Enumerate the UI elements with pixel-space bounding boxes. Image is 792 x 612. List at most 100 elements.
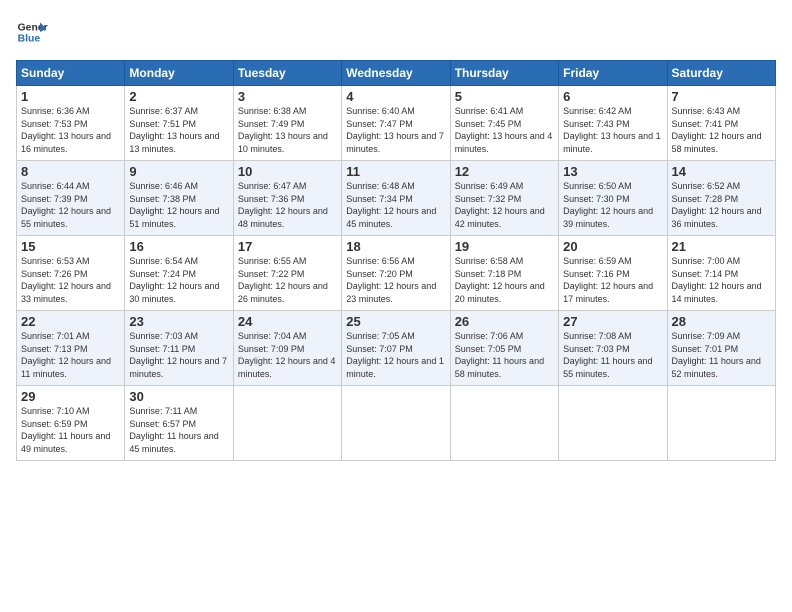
- daylight-text: Daylight: 12 hours and 51 minutes.: [129, 206, 219, 229]
- calendar-day-cell: 3 Sunrise: 6:38 AM Sunset: 7:49 PM Dayli…: [233, 86, 341, 161]
- sunset-text: Sunset: 7:01 PM: [672, 344, 739, 354]
- header: General Blue: [16, 16, 776, 48]
- sunset-text: Sunset: 7:34 PM: [346, 194, 413, 204]
- day-number: 29: [21, 389, 120, 404]
- sunrise-text: Sunrise: 6:41 AM: [455, 106, 524, 116]
- calendar-day-cell: 17 Sunrise: 6:55 AM Sunset: 7:22 PM Dayl…: [233, 236, 341, 311]
- calendar-day-cell: 19 Sunrise: 6:58 AM Sunset: 7:18 PM Dayl…: [450, 236, 558, 311]
- day-info: Sunrise: 6:55 AM Sunset: 7:22 PM Dayligh…: [238, 255, 337, 305]
- daylight-text: Daylight: 12 hours and 55 minutes.: [21, 206, 111, 229]
- day-number: 13: [563, 164, 662, 179]
- day-info: Sunrise: 6:43 AM Sunset: 7:41 PM Dayligh…: [672, 105, 771, 155]
- day-number: 16: [129, 239, 228, 254]
- day-info: Sunrise: 6:38 AM Sunset: 7:49 PM Dayligh…: [238, 105, 337, 155]
- day-number: 5: [455, 89, 554, 104]
- day-number: 14: [672, 164, 771, 179]
- calendar-day-cell: 15 Sunrise: 6:53 AM Sunset: 7:26 PM Dayl…: [17, 236, 125, 311]
- day-info: Sunrise: 6:46 AM Sunset: 7:38 PM Dayligh…: [129, 180, 228, 230]
- sunset-text: Sunset: 7:51 PM: [129, 119, 196, 129]
- sunset-text: Sunset: 7:05 PM: [455, 344, 522, 354]
- daylight-text: Daylight: 12 hours and 20 minutes.: [455, 281, 545, 304]
- sunrise-text: Sunrise: 6:48 AM: [346, 181, 415, 191]
- sunset-text: Sunset: 6:59 PM: [21, 419, 88, 429]
- sunrise-text: Sunrise: 7:11 AM: [129, 406, 197, 416]
- weekday-header-cell: Sunday: [17, 61, 125, 86]
- daylight-text: Daylight: 12 hours and 11 minutes.: [21, 356, 111, 379]
- calendar-day-cell: 5 Sunrise: 6:41 AM Sunset: 7:45 PM Dayli…: [450, 86, 558, 161]
- day-info: Sunrise: 7:09 AM Sunset: 7:01 PM Dayligh…: [672, 330, 771, 380]
- daylight-text: Daylight: 12 hours and 4 minutes.: [238, 356, 336, 379]
- calendar-day-cell: 22 Sunrise: 7:01 AM Sunset: 7:13 PM Dayl…: [17, 311, 125, 386]
- day-info: Sunrise: 7:04 AM Sunset: 7:09 PM Dayligh…: [238, 330, 337, 380]
- day-info: Sunrise: 6:49 AM Sunset: 7:32 PM Dayligh…: [455, 180, 554, 230]
- sunrise-text: Sunrise: 6:44 AM: [21, 181, 90, 191]
- sunset-text: Sunset: 7:38 PM: [129, 194, 196, 204]
- sunset-text: Sunset: 7:07 PM: [346, 344, 413, 354]
- sunset-text: Sunset: 7:53 PM: [21, 119, 88, 129]
- day-number: 9: [129, 164, 228, 179]
- day-number: 27: [563, 314, 662, 329]
- day-info: Sunrise: 6:36 AM Sunset: 7:53 PM Dayligh…: [21, 105, 120, 155]
- day-info: Sunrise: 6:56 AM Sunset: 7:20 PM Dayligh…: [346, 255, 445, 305]
- day-number: 10: [238, 164, 337, 179]
- day-number: 19: [455, 239, 554, 254]
- calendar-day-cell: 1 Sunrise: 6:36 AM Sunset: 7:53 PM Dayli…: [17, 86, 125, 161]
- day-info: Sunrise: 6:48 AM Sunset: 7:34 PM Dayligh…: [346, 180, 445, 230]
- day-number: 8: [21, 164, 120, 179]
- calendar-table: SundayMondayTuesdayWednesdayThursdayFrid…: [16, 60, 776, 461]
- calendar-week-row: 8 Sunrise: 6:44 AM Sunset: 7:39 PM Dayli…: [17, 161, 776, 236]
- sunset-text: Sunset: 7:24 PM: [129, 269, 196, 279]
- day-info: Sunrise: 6:54 AM Sunset: 7:24 PM Dayligh…: [129, 255, 228, 305]
- daylight-text: Daylight: 11 hours and 52 minutes.: [672, 356, 761, 379]
- sunrise-text: Sunrise: 6:50 AM: [563, 181, 632, 191]
- sunset-text: Sunset: 7:32 PM: [455, 194, 522, 204]
- sunrise-text: Sunrise: 6:40 AM: [346, 106, 415, 116]
- daylight-text: Daylight: 12 hours and 14 minutes.: [672, 281, 762, 304]
- calendar-day-cell: 26 Sunrise: 7:06 AM Sunset: 7:05 PM Dayl…: [450, 311, 558, 386]
- day-number: 28: [672, 314, 771, 329]
- daylight-text: Daylight: 11 hours and 55 minutes.: [563, 356, 652, 379]
- sunrise-text: Sunrise: 6:46 AM: [129, 181, 198, 191]
- calendar-week-row: 29 Sunrise: 7:10 AM Sunset: 6:59 PM Dayl…: [17, 386, 776, 461]
- day-number: 4: [346, 89, 445, 104]
- sunrise-text: Sunrise: 7:00 AM: [672, 256, 741, 266]
- sunset-text: Sunset: 7:18 PM: [455, 269, 522, 279]
- sunset-text: Sunset: 7:28 PM: [672, 194, 739, 204]
- sunrise-text: Sunrise: 7:08 AM: [563, 331, 632, 341]
- sunrise-text: Sunrise: 7:03 AM: [129, 331, 198, 341]
- day-number: 7: [672, 89, 771, 104]
- weekday-header-cell: Monday: [125, 61, 233, 86]
- calendar-week-row: 22 Sunrise: 7:01 AM Sunset: 7:13 PM Dayl…: [17, 311, 776, 386]
- logo: General Blue: [16, 16, 48, 48]
- sunset-text: Sunset: 7:30 PM: [563, 194, 630, 204]
- calendar-day-cell: 28 Sunrise: 7:09 AM Sunset: 7:01 PM Dayl…: [667, 311, 775, 386]
- day-info: Sunrise: 6:37 AM Sunset: 7:51 PM Dayligh…: [129, 105, 228, 155]
- calendar-day-cell: 21 Sunrise: 7:00 AM Sunset: 7:14 PM Dayl…: [667, 236, 775, 311]
- calendar-day-cell: 29 Sunrise: 7:10 AM Sunset: 6:59 PM Dayl…: [17, 386, 125, 461]
- calendar-day-cell: 9 Sunrise: 6:46 AM Sunset: 7:38 PM Dayli…: [125, 161, 233, 236]
- daylight-text: Daylight: 13 hours and 10 minutes.: [238, 131, 328, 154]
- daylight-text: Daylight: 12 hours and 7 minutes.: [129, 356, 227, 379]
- calendar-day-cell: 14 Sunrise: 6:52 AM Sunset: 7:28 PM Dayl…: [667, 161, 775, 236]
- day-info: Sunrise: 6:41 AM Sunset: 7:45 PM Dayligh…: [455, 105, 554, 155]
- daylight-text: Daylight: 12 hours and 42 minutes.: [455, 206, 545, 229]
- daylight-text: Daylight: 12 hours and 17 minutes.: [563, 281, 653, 304]
- sunset-text: Sunset: 7:16 PM: [563, 269, 630, 279]
- daylight-text: Daylight: 12 hours and 39 minutes.: [563, 206, 653, 229]
- day-info: Sunrise: 6:40 AM Sunset: 7:47 PM Dayligh…: [346, 105, 445, 155]
- day-number: 26: [455, 314, 554, 329]
- sunrise-text: Sunrise: 6:42 AM: [563, 106, 632, 116]
- day-number: 3: [238, 89, 337, 104]
- calendar-day-cell: 12 Sunrise: 6:49 AM Sunset: 7:32 PM Dayl…: [450, 161, 558, 236]
- day-number: 18: [346, 239, 445, 254]
- sunset-text: Sunset: 7:47 PM: [346, 119, 413, 129]
- day-number: 1: [21, 89, 120, 104]
- day-info: Sunrise: 6:44 AM Sunset: 7:39 PM Dayligh…: [21, 180, 120, 230]
- day-info: Sunrise: 7:01 AM Sunset: 7:13 PM Dayligh…: [21, 330, 120, 380]
- sunrise-text: Sunrise: 6:37 AM: [129, 106, 198, 116]
- calendar-day-cell: 23 Sunrise: 7:03 AM Sunset: 7:11 PM Dayl…: [125, 311, 233, 386]
- daylight-text: Daylight: 11 hours and 45 minutes.: [129, 431, 218, 454]
- sunrise-text: Sunrise: 6:52 AM: [672, 181, 741, 191]
- calendar-day-cell: 2 Sunrise: 6:37 AM Sunset: 7:51 PM Dayli…: [125, 86, 233, 161]
- calendar-day-cell: 20 Sunrise: 6:59 AM Sunset: 7:16 PM Dayl…: [559, 236, 667, 311]
